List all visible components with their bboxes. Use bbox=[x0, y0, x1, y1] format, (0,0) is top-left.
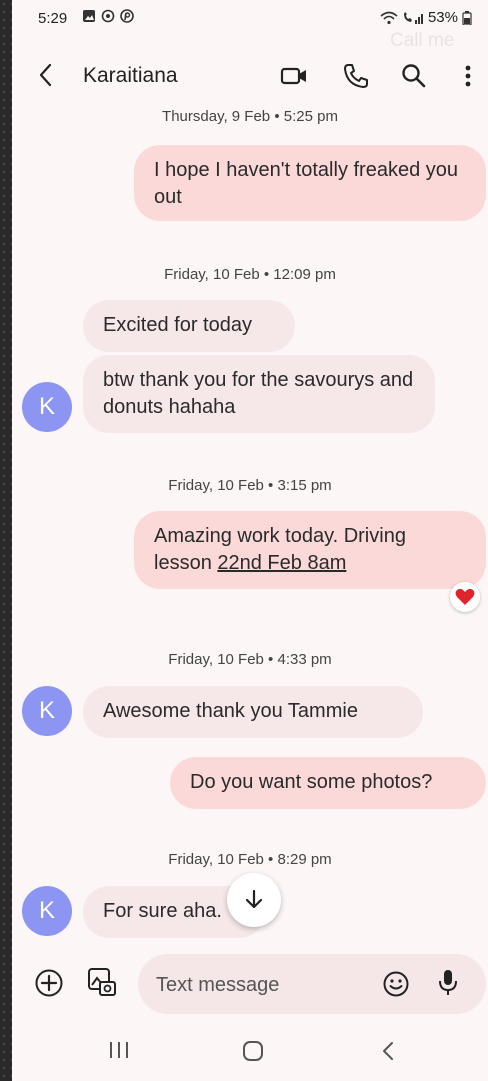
status-time: 5:29 bbox=[38, 10, 68, 27]
contact-avatar[interactable]: K bbox=[22, 686, 72, 736]
more-vert-icon[interactable] bbox=[454, 62, 482, 90]
back-arrow-icon[interactable] bbox=[34, 62, 60, 88]
reaction-badge[interactable] bbox=[450, 582, 480, 612]
date-separator: Friday, 10 Feb • 4:33 pm bbox=[168, 651, 332, 668]
date-separator: Thursday, 9 Feb • 5:25 pm bbox=[162, 108, 338, 125]
date-link[interactable]: 22nd Feb 8am bbox=[217, 552, 346, 574]
battery-icon bbox=[462, 10, 472, 25]
ghost-overlay-text: Call me bbox=[390, 30, 455, 51]
gallery-notification-icon bbox=[83, 10, 95, 22]
incoming-message[interactable]: Awesome thank you Tammie bbox=[83, 686, 423, 738]
contact-name[interactable]: Karaitiana bbox=[83, 64, 178, 88]
date-separator: Friday, 10 Feb • 12:09 pm bbox=[164, 266, 336, 283]
messages-screen: 5:29 53% Call me Karaitiana Thursday, 9 … bbox=[12, 0, 488, 1081]
system-icons: 53% bbox=[380, 9, 472, 26]
recents-icon[interactable] bbox=[108, 1040, 130, 1060]
incoming-message[interactable]: btw thank you for the savourys and donut… bbox=[83, 355, 435, 433]
home-icon[interactable] bbox=[242, 1040, 264, 1062]
contact-avatar[interactable]: K bbox=[22, 382, 72, 432]
date-separator: Friday, 10 Feb • 8:29 pm bbox=[168, 851, 332, 868]
pinterest-notification-icon bbox=[120, 9, 134, 23]
heart-icon bbox=[455, 588, 475, 605]
sync-notification-icon bbox=[101, 9, 115, 23]
gallery-icon[interactable] bbox=[86, 966, 118, 998]
wifi-icon bbox=[380, 11, 398, 24]
incoming-message[interactable]: Excited for today bbox=[83, 300, 295, 352]
search-icon[interactable] bbox=[400, 62, 428, 90]
scroll-down-icon bbox=[245, 889, 263, 909]
outgoing-message[interactable]: I hope I haven't totally freaked you out bbox=[134, 145, 486, 221]
battery-percent: 53% bbox=[427, 9, 458, 26]
composer-bar: Text message bbox=[12, 948, 488, 1018]
conversation-header: Karaitiana bbox=[12, 50, 488, 100]
system-nav-bar bbox=[12, 1018, 488, 1081]
contact-avatar[interactable]: K bbox=[22, 886, 72, 936]
video-call-icon[interactable] bbox=[280, 62, 308, 90]
emoji-icon[interactable] bbox=[382, 970, 410, 998]
scroll-to-bottom-button[interactable] bbox=[227, 873, 281, 927]
back-nav-icon[interactable] bbox=[380, 1040, 396, 1062]
notification-icons bbox=[82, 9, 134, 23]
call-signal-icon bbox=[403, 11, 423, 24]
date-separator: Friday, 10 Feb • 3:15 pm bbox=[168, 477, 332, 494]
add-icon[interactable] bbox=[34, 968, 64, 998]
outgoing-message[interactable]: Do you want some photos? bbox=[170, 757, 486, 809]
message-input-placeholder: Text message bbox=[156, 974, 280, 996]
mic-icon[interactable] bbox=[436, 968, 460, 998]
phone-icon[interactable] bbox=[342, 62, 370, 90]
message-input[interactable]: Text message bbox=[138, 954, 486, 1014]
outgoing-message[interactable]: Amazing work today. Driving lesson 22nd … bbox=[134, 511, 486, 589]
